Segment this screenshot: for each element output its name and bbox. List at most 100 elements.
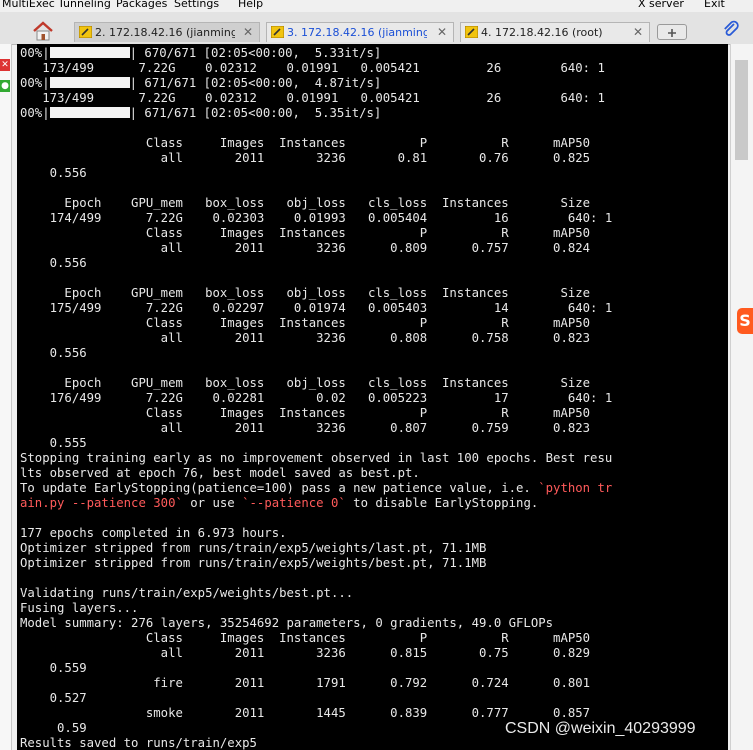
terminal-text: all 2011 3236 0.81 0.76 0.825 [20, 151, 591, 165]
terminal-line: 00%| | 671/671 [02:05<00:00, 5.35it/s] [20, 106, 381, 121]
tab-session-3[interactable]: 3. 172.18.42.16 (jianming_c ✕ [266, 22, 454, 42]
close-icon[interactable]: ✕ [243, 25, 253, 39]
tab-label: 4. 172.18.42.16 (root) [481, 26, 603, 39]
progress-prefix: 00%| [20, 76, 50, 90]
terminal-text: 0.59 [20, 721, 87, 735]
terminal-text: 0.527 [20, 691, 87, 705]
close-icon[interactable]: ✕ [437, 25, 447, 39]
tab-label: 2. 172.18.42.16 (jianming_ [95, 26, 235, 39]
terminal-text: lts observed at epoch 76, best model sav… [20, 466, 420, 480]
terminal-text: Class Images Instances P R mAP50 [20, 316, 591, 330]
terminal-line: 175/499 7.22G 0.02297 0.01974 0.005403 1… [20, 301, 613, 316]
status-icon: ● [0, 80, 10, 92]
tab-session-2[interactable]: 2. 172.18.42.16 (jianming_ ✕ [74, 22, 260, 42]
terminal-text: 0.556 [20, 166, 87, 180]
terminal-text: To update EarlyStopping(patience=100) pa… [20, 481, 539, 495]
terminal-text: Model summary: 276 layers, 35254692 para… [20, 616, 554, 630]
terminal-text: or use [182, 496, 243, 510]
paperclip-icon[interactable] [721, 20, 741, 40]
menu-packages[interactable]: Packages [116, 0, 167, 10]
terminal-text: Epoch GPU_mem box_loss obj_loss cls_loss… [20, 196, 591, 210]
progress-bar [49, 47, 130, 58]
terminal-line: Epoch GPU_mem box_loss obj_loss cls_loss… [20, 196, 590, 211]
terminal-line: 176/499 7.22G 0.02281 0.02 0.005223 17 6… [20, 391, 613, 406]
terminal-line: 0.556 [20, 346, 87, 361]
terminal-line: all 2011 3236 0.81 0.76 0.825 [20, 151, 590, 166]
terminal-line: all 2011 3236 0.807 0.759 0.823 [20, 421, 590, 436]
terminal-line: Optimizer stripped from runs/train/exp5/… [20, 541, 486, 556]
terminal-text: fire 2011 1791 0.792 0.724 0.801 [20, 676, 591, 690]
progress-bar [49, 107, 130, 118]
progress-status: | 671/671 [02:05<00:00, 5.35it/s] [129, 106, 382, 120]
close-icon[interactable]: ✕ [633, 25, 643, 39]
menu-bar: MultiExec Tunneling Packages Settings He… [0, 0, 753, 12]
terminal-line: all 2011 3236 0.809 0.757 0.824 [20, 241, 590, 256]
terminal-text: smoke 2011 1445 0.839 0.777 0.857 [20, 706, 591, 720]
terminal-text: Class Images Instances P R mAP50 [20, 631, 591, 645]
tab-session-4[interactable]: 4. 172.18.42.16 (root) ✕ [460, 22, 650, 42]
terminal-text: Fusing layers... [20, 601, 139, 615]
new-tab-icon [668, 29, 676, 37]
watermark: CSDN @weixin_40293999 [505, 720, 696, 737]
menu-settings[interactable]: Settings [174, 0, 219, 10]
terminal-line: To update EarlyStopping(patience=100) pa… [20, 481, 612, 496]
close-icon[interactable]: ✕ [0, 59, 10, 71]
terminal-text: Epoch GPU_mem box_loss obj_loss cls_loss… [20, 286, 591, 300]
menu-multiexec[interactable]: MultiExec [2, 0, 55, 10]
menu-x-server[interactable]: X server [638, 0, 684, 10]
terminal-text: Validating runs/train/exp5/weights/best.… [20, 586, 354, 600]
terminal-line: lts observed at epoch 76, best model sav… [20, 466, 420, 481]
terminal-line: Class Images Instances P R mAP50 [20, 316, 590, 331]
terminal-output[interactable]: 00%| | 670/671 [02:05<00:00, 5.33it/s] 17… [17, 44, 728, 750]
terminal-line: 0.555 [20, 436, 87, 451]
command-highlight: `--patience 0` [242, 496, 346, 510]
terminal-icon [270, 25, 285, 39]
terminal-line: Validating runs/train/exp5/weights/best.… [20, 586, 353, 601]
terminal-icon [464, 25, 479, 39]
menu-help[interactable]: Help [238, 0, 263, 10]
terminal-text: 0.556 [20, 256, 87, 270]
terminal-text: to disable EarlyStopping. [345, 496, 539, 510]
menu-tunneling[interactable]: Tunneling [58, 0, 111, 10]
terminal-text: 0.555 [20, 436, 87, 450]
terminal-line: Optimizer stripped from runs/train/exp5/… [20, 556, 486, 571]
menu-exit[interactable]: Exit [704, 0, 725, 10]
terminal-text: all 2011 3236 0.807 0.759 0.823 [20, 421, 591, 435]
progress-prefix: 00%| [20, 46, 50, 60]
terminal-text: 173/499 7.22G 0.02312 0.01991 0.005421 2… [20, 91, 605, 105]
terminal-text: Class Images Instances P R mAP50 [20, 406, 591, 420]
terminal-line: Class Images Instances P R mAP50 [20, 136, 590, 151]
terminal-text: Optimizer stripped from runs/train/exp5/… [20, 556, 487, 570]
terminal-line: 00%| | 670/671 [02:05<00:00, 5.33it/s] [20, 46, 381, 61]
terminal-text: all 2011 3236 0.815 0.75 0.829 [20, 646, 591, 660]
terminal-line: fire 2011 1791 0.792 0.724 0.801 [20, 676, 590, 691]
progress-status: | 671/671 [02:05<00:00, 4.87it/s] [129, 76, 382, 90]
terminal-text: 174/499 7.22G 0.02303 0.01993 0.005404 1… [20, 211, 613, 225]
terminal-line: 0.59 [20, 721, 87, 736]
terminal-line: 0.559 [20, 661, 87, 676]
progress-bar [49, 77, 130, 88]
terminal-text: Results saved to runs/train/exp5 [20, 736, 257, 750]
terminal-icon [78, 25, 93, 39]
terminal-text: Stopping training early as no improvemen… [20, 451, 613, 465]
terminal-text: 173/499 7.22G 0.02312 0.01991 0.005421 2… [20, 61, 605, 75]
terminal-line: Results saved to runs/train/exp5 [20, 736, 257, 750]
terminal-line: 173/499 7.22G 0.02312 0.01991 0.005421 2… [20, 61, 605, 76]
terminal-text: 175/499 7.22G 0.02297 0.01974 0.005403 1… [20, 301, 613, 315]
terminal-line: Class Images Instances P R mAP50 [20, 631, 590, 646]
home-icon[interactable] [30, 20, 56, 42]
terminal-line: 177 epochs completed in 6.973 hours. [20, 526, 287, 541]
terminal-line: Fusing layers... [20, 601, 138, 616]
terminal-line: all 2011 3236 0.808 0.758 0.823 [20, 331, 590, 346]
terminal-line: 174/499 7.22G 0.02303 0.01993 0.005404 1… [20, 211, 613, 226]
scrollbar-thumb[interactable] [735, 60, 748, 160]
sogou-input-icon[interactable]: S [737, 308, 753, 334]
new-tab-button[interactable] [657, 24, 687, 40]
left-sidebar [0, 44, 12, 750]
terminal-text: Optimizer stripped from runs/train/exp5/… [20, 541, 487, 555]
progress-prefix: 00%| [20, 106, 50, 120]
terminal-line: 173/499 7.22G 0.02312 0.01991 0.005421 2… [20, 91, 605, 106]
terminal-line: Epoch GPU_mem box_loss obj_loss cls_loss… [20, 376, 590, 391]
command-highlight: ain.py --patience 300` [20, 496, 183, 510]
tab-label: 3. 172.18.42.16 (jianming_c [287, 26, 427, 39]
